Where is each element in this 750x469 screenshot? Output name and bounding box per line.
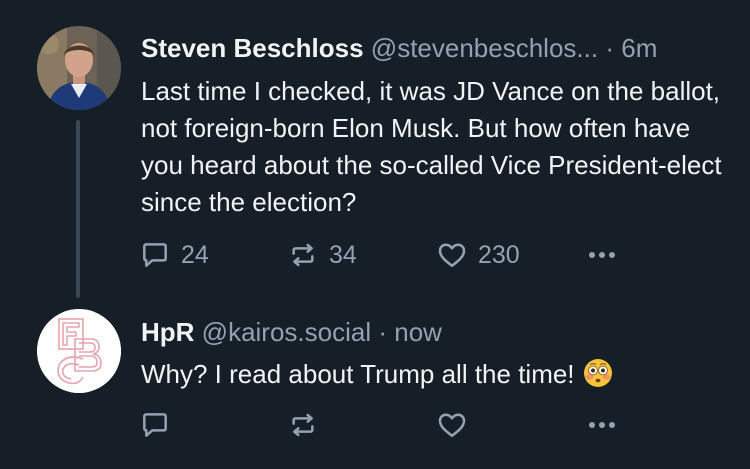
author-display-name[interactable]: Steven Beschloss <box>141 33 364 63</box>
post-actions: 24 34 230 <box>139 238 639 272</box>
author-photo-icon <box>37 26 121 110</box>
author-handle[interactable]: @kairos.social <box>202 317 371 347</box>
post-text: Last time I checked, it was JD Vance on … <box>141 76 722 217</box>
post-text-container: Why? I read about Trump all the time! <box>141 356 731 393</box>
repost-button[interactable]: 34 <box>287 238 357 272</box>
repost-button[interactable] <box>287 408 329 442</box>
speech-bubble-icon <box>143 243 167 267</box>
avatar[interactable] <box>37 26 121 110</box>
like-button[interactable]: 230 <box>436 238 520 272</box>
author-handle[interactable]: @stevenbeschlos... <box>371 33 598 63</box>
more-options-button[interactable] <box>583 408 623 442</box>
reply-count: 24 <box>181 240 209 269</box>
like-count: 230 <box>478 240 520 269</box>
post-header: Steven Beschloss @stevenbeschlos... · 6m <box>141 32 657 64</box>
separator-dot: · <box>378 317 388 347</box>
more-options-button[interactable] <box>583 238 623 272</box>
post-timestamp[interactable]: now <box>394 317 442 347</box>
ellipsis-icon <box>589 422 615 428</box>
repost-arrows-icon <box>292 413 314 437</box>
reply-button[interactable] <box>139 408 181 442</box>
post-header: HpR @kairos.social · now <box>141 316 442 348</box>
thread-view: Steven Beschloss @stevenbeschlos... · 6m… <box>0 0 750 469</box>
reply-button[interactable]: 24 <box>139 238 209 272</box>
heart-icon <box>438 413 466 437</box>
avatar[interactable] <box>37 309 121 393</box>
repost-arrows-icon <box>292 243 314 267</box>
thread-connector-line <box>76 120 80 298</box>
flushed-face-icon <box>583 359 612 387</box>
repost-count: 34 <box>329 240 357 269</box>
post-text: Why? I read about Trump all the time! <box>141 359 575 389</box>
monogram-logo-icon <box>37 309 121 393</box>
like-button[interactable] <box>436 408 478 442</box>
separator-dot: · <box>605 33 614 63</box>
post-item[interactable]: HpR @kairos.social · now Why? I read abo… <box>0 300 750 469</box>
flushed-face-emoji <box>583 358 613 388</box>
post-actions <box>139 408 639 442</box>
post-timestamp[interactable]: 6m <box>621 33 657 63</box>
author-display-name[interactable]: HpR <box>141 317 194 347</box>
speech-bubble-icon <box>143 413 167 437</box>
ellipsis-icon <box>589 252 615 258</box>
heart-icon <box>438 243 466 267</box>
post-item[interactable]: Steven Beschloss @stevenbeschlos... · 6m… <box>0 0 750 300</box>
